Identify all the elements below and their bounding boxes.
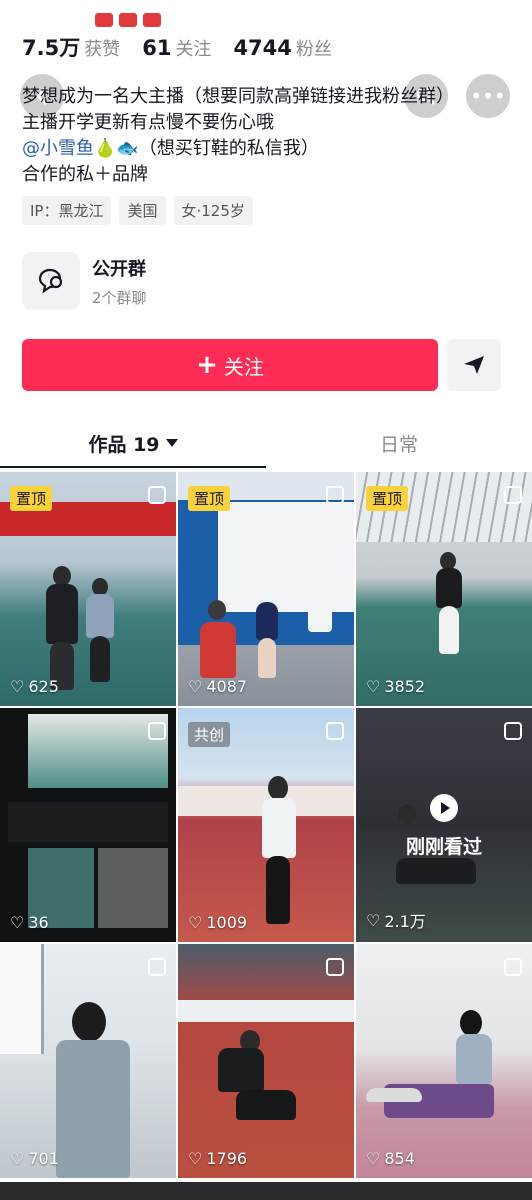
like-count: ♡ 4087 [188,677,248,696]
window-shape [0,944,44,1054]
tag-school[interactable]: 美国 [119,196,166,225]
like-count: ♡ 625 [10,677,59,696]
bio-mention-line: @小雪鱼🍐🐟（想买钉鞋的私信我） [22,136,502,162]
video-thumbnail[interactable]: 共创 ♡ 1009 [178,708,354,942]
plus-icon: + [196,350,218,380]
battery-indicator: 53 [481,10,514,30]
multi-image-icon [326,722,344,740]
heart-icon: ♡ [366,677,381,696]
multi-image-icon [504,722,522,740]
tab-daily-label: 日常 [379,433,418,456]
like-count: ♡ 701 [10,1149,59,1168]
tag-gender-age: 女·125岁 [173,196,253,225]
heart-icon: ♡ [10,913,25,932]
video-thumbnail[interactable]: 刚刚看过 ♡ 2.1万 [356,708,532,942]
tab-works[interactable]: 作品 19 [0,418,266,468]
heart-icon: ♡ [188,677,203,696]
multi-image-icon [148,958,166,976]
video-thumbnail[interactable]: 置顶 ♡ 4087 [178,472,354,706]
multi-image-icon [326,958,344,976]
follow-label: 关注 [223,354,264,379]
profile-bio: 梦想成为一名大主播（想要同款高弹链接进我粉丝群） 主播开学更新有点慢不要伤心哦 … [22,84,502,188]
play-icon [430,794,458,822]
video-thumbnail[interactable]: 置顶 ♡ 3852 [356,472,532,706]
status-bar: 11:38 52 ▮▮▮ 53 [0,0,532,40]
tab-indicator [0,466,266,468]
recently-viewed-label: 刚刚看过 [405,836,482,858]
video-thumbnail[interactable]: ♡ 854 [356,944,532,1178]
video-thumbnail[interactable]: ♡ 1796 [178,944,354,1178]
like-count: ♡ 36 [10,913,49,932]
mention-suffix: （想买钉鞋的私信我） [138,138,319,159]
video-thumbnail[interactable]: ♡ 701 [0,944,176,1178]
group-chat-icon [22,252,80,310]
like-count: ♡ 854 [366,1149,415,1168]
status-time: 11:38 [28,10,85,30]
status-right: 52 ▮▮▮ 53 [427,10,514,30]
share-icon [464,356,484,374]
like-count: ♡ 2.1万 [366,910,426,932]
like-count: ♡ 1796 [188,1149,248,1168]
post-image [98,848,168,928]
pinned-badge: 置顶 [366,486,409,511]
signal-icon: ▮▮▮ [452,12,474,28]
mention-link[interactable]: @小雪鱼🍐🐟 [22,138,139,159]
heart-icon: ♡ [366,1149,381,1168]
tag-ip: IP：黑龙江 [22,196,112,225]
follow-button[interactable]: + 关注 [22,339,438,391]
public-group-entry[interactable]: 公开群 2个群聊 [22,252,147,310]
video-grid: 置顶 ♡ 625 置顶 ♡ 4087 置顶 ♡ 3852 ♡ 36 共创 ♡ 1… [0,472,532,1178]
like-count: ♡ 3852 [366,677,426,696]
multi-image-icon [504,486,522,504]
post-text-block [8,802,168,842]
track-line [178,1000,354,1022]
heart-icon: ♡ [10,677,25,696]
group-title: 公开群 [92,258,146,280]
backdrop-board [218,502,354,612]
pinned-badge: 置顶 [10,486,53,511]
bio-line: 梦想成为一名大主播（想要同款高弹链接进我粉丝群） [22,86,454,107]
recently-viewed: 刚刚看过 [356,794,532,859]
tab-daily[interactable]: 日常 [266,418,532,468]
video-thumbnail[interactable]: ♡ 36 [0,708,176,942]
bio-line: 主播开学更新有点慢不要伤心哦 [22,112,274,133]
tab-works-label: 作品 19 [88,433,160,456]
network-speed: 52 [427,12,445,28]
heart-icon: ♡ [366,910,381,930]
notification-icons [94,13,161,27]
group-subtitle: 2个群聊 [92,288,147,307]
multi-image-icon [148,722,166,740]
multi-image-icon [148,486,166,504]
co-create-badge: 共创 [188,722,231,747]
pinned-badge: 置顶 [188,486,231,511]
caret-down-icon [165,439,178,447]
post-image [28,714,168,788]
heart-icon: ♡ [188,1149,203,1168]
profile-tags: IP：黑龙江 美国 女·125岁 [22,196,253,225]
next-row-peek [0,1182,532,1200]
like-count: ♡ 1009 [188,913,248,932]
multi-image-icon [504,958,522,976]
multi-image-icon [326,486,344,504]
bio-line: 合作的私＋品牌 [22,164,148,185]
content-tabs: 作品 19 日常 [0,418,532,468]
share-button[interactable] [447,339,501,391]
video-thumbnail[interactable]: 置顶 ♡ 625 [0,472,176,706]
heart-icon: ♡ [10,1149,25,1168]
heart-icon: ♡ [188,913,203,932]
